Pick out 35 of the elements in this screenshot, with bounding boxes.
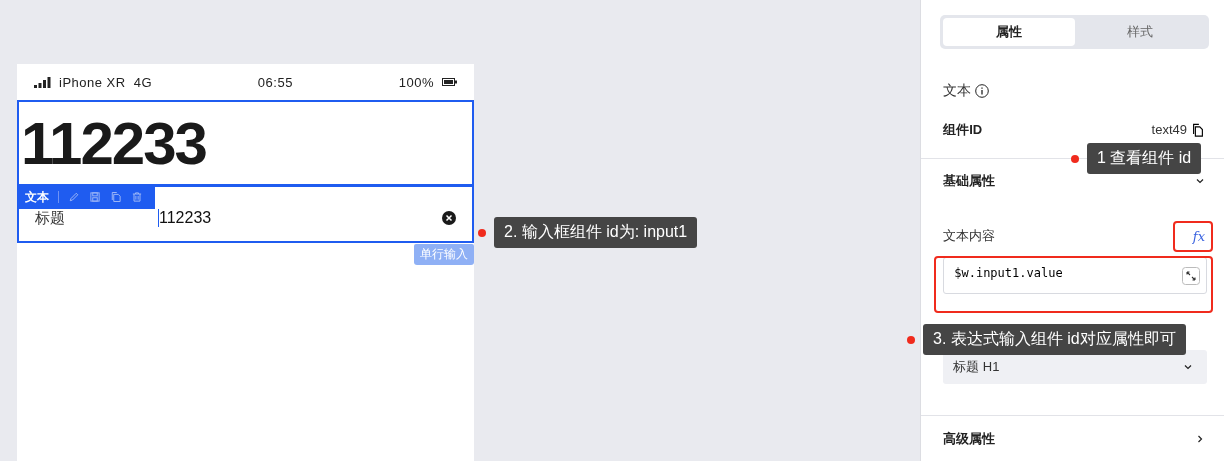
panel-tab[interactable]: 属性	[943, 18, 1075, 46]
section-title: 高级属性	[943, 429, 996, 448]
battery-percent: 100%	[398, 74, 434, 90]
battery-icon	[442, 78, 457, 86]
highlight-frame	[1173, 221, 1213, 252]
annotation-tooltip: 1 查看组件 id	[1087, 143, 1202, 174]
component-type-badge: 单行输入	[414, 244, 474, 265]
component-id: text49	[1151, 122, 1187, 137]
annotation-tooltip: 2. 输入框组件 id为: input1	[494, 217, 698, 248]
input-component[interactable]: 文本 标题 112233	[17, 185, 474, 243]
chevron-icon[interactable]	[1195, 433, 1205, 444]
component-type-label: 文本	[25, 188, 49, 206]
annotation-tooltip: 3. 表达式输入组件 id对应属性即可	[923, 324, 1186, 355]
heading-text: 112233	[21, 108, 206, 178]
clear-icon[interactable]	[442, 211, 456, 225]
info-icon	[975, 84, 990, 99]
marker-dot	[478, 228, 486, 237]
id-label: 组件ID	[943, 120, 983, 139]
signal-icon	[34, 76, 51, 88]
expression-field[interactable]: $w.input1.value	[943, 257, 1207, 295]
formula-button[interactable]: fx	[1192, 228, 1205, 244]
copy-icon[interactable]	[1191, 122, 1205, 137]
text-input[interactable]: 112233	[158, 209, 442, 227]
section-title: 基础属性	[943, 172, 996, 191]
component-title: 文本	[943, 82, 972, 101]
clock-time: 06:55	[257, 74, 293, 90]
field-label: 标题	[35, 208, 66, 228]
expression-text: $w.input1.value	[954, 265, 1064, 280]
marker-dot	[907, 335, 915, 344]
expand-icon[interactable]	[1182, 266, 1200, 285]
marker-dot	[1071, 154, 1079, 163]
panel-tab[interactable]: 样式	[1074, 18, 1206, 46]
network-label: 4G	[133, 74, 152, 90]
field-label: 文本内容	[943, 227, 996, 246]
carrier-label: iPhone XR	[59, 74, 126, 90]
